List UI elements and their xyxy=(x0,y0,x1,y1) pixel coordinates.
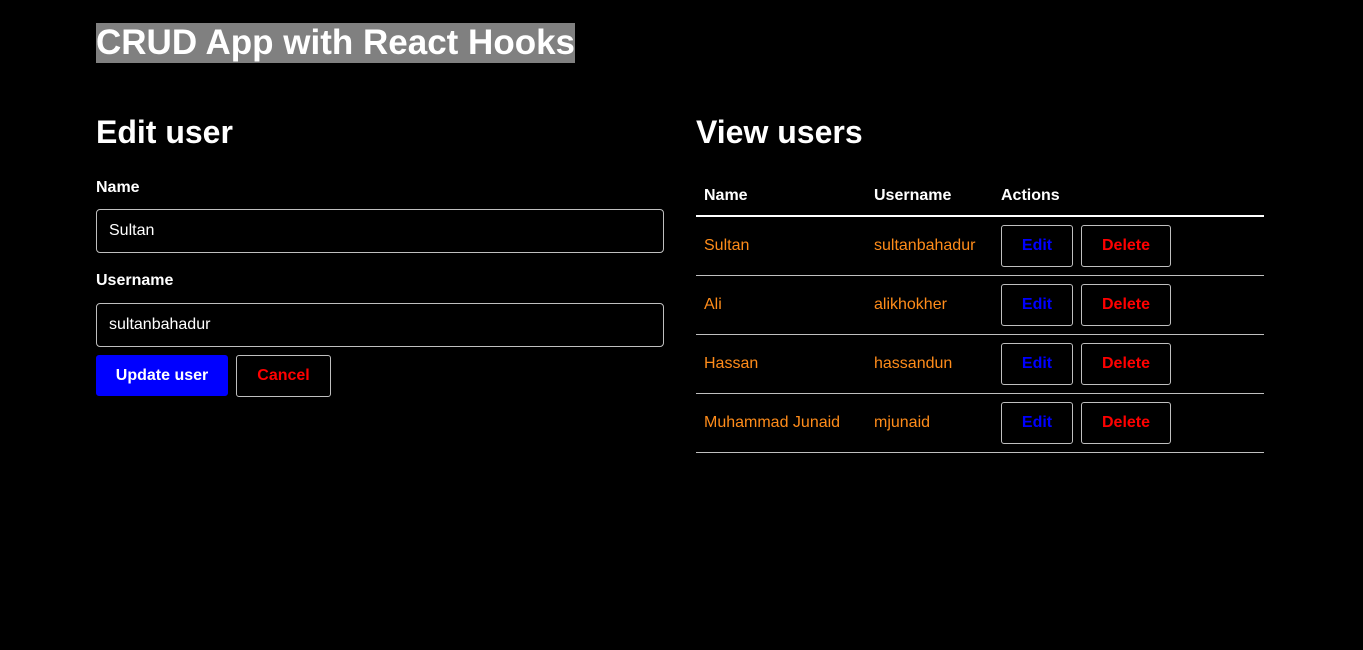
table-row: Sultan sultanbahadur Edit Delete xyxy=(696,216,1264,276)
app-title: CRUD App with React Hooks xyxy=(96,23,576,63)
update-user-button[interactable]: Update user xyxy=(96,355,228,396)
cell-actions: Edit Delete xyxy=(993,275,1264,335)
table-header-row: Name Username Actions xyxy=(696,176,1264,217)
edit-button[interactable]: Edit xyxy=(1001,225,1073,267)
edit-user-heading: Edit user xyxy=(96,114,233,150)
edit-button[interactable]: Edit xyxy=(1001,284,1073,326)
delete-button[interactable]: Delete xyxy=(1081,284,1171,326)
cancel-button[interactable]: Cancel xyxy=(236,355,331,397)
cell-name: Hassan xyxy=(696,334,866,394)
username-input[interactable] xyxy=(96,303,664,347)
cell-actions: Edit Delete xyxy=(993,216,1264,276)
edit-button[interactable]: Edit xyxy=(1001,402,1073,444)
cell-username: mjunaid xyxy=(866,393,993,453)
view-users-heading: View users xyxy=(696,114,863,150)
table-row: Ali alikhokher Edit Delete xyxy=(696,275,1264,335)
cell-actions: Edit Delete xyxy=(993,393,1264,453)
cell-name: Muhammad Junaid xyxy=(696,393,866,453)
cell-username: sultanbahadur xyxy=(866,216,993,276)
table-row: Muhammad Junaid mjunaid Edit Delete xyxy=(696,393,1264,453)
cell-name: Sultan xyxy=(696,216,866,276)
users-table: Name Username Actions Sultan sultanbahad… xyxy=(696,176,1264,453)
delete-button[interactable]: Delete xyxy=(1081,402,1171,444)
name-input[interactable] xyxy=(96,209,664,253)
cell-name: Ali xyxy=(696,275,866,335)
edit-button[interactable]: Edit xyxy=(1001,343,1073,385)
column-header-actions: Actions xyxy=(993,176,1264,217)
username-label: Username xyxy=(96,272,174,289)
delete-button[interactable]: Delete xyxy=(1081,225,1171,267)
table-row: Hassan hassandun Edit Delete xyxy=(696,334,1264,394)
name-label: Name xyxy=(96,179,140,196)
cell-username: hassandun xyxy=(866,334,993,394)
delete-button[interactable]: Delete xyxy=(1081,343,1171,385)
cell-actions: Edit Delete xyxy=(993,334,1264,394)
cell-username: alikhokher xyxy=(866,275,993,335)
column-header-username: Username xyxy=(866,176,993,217)
column-header-name: Name xyxy=(696,176,866,217)
